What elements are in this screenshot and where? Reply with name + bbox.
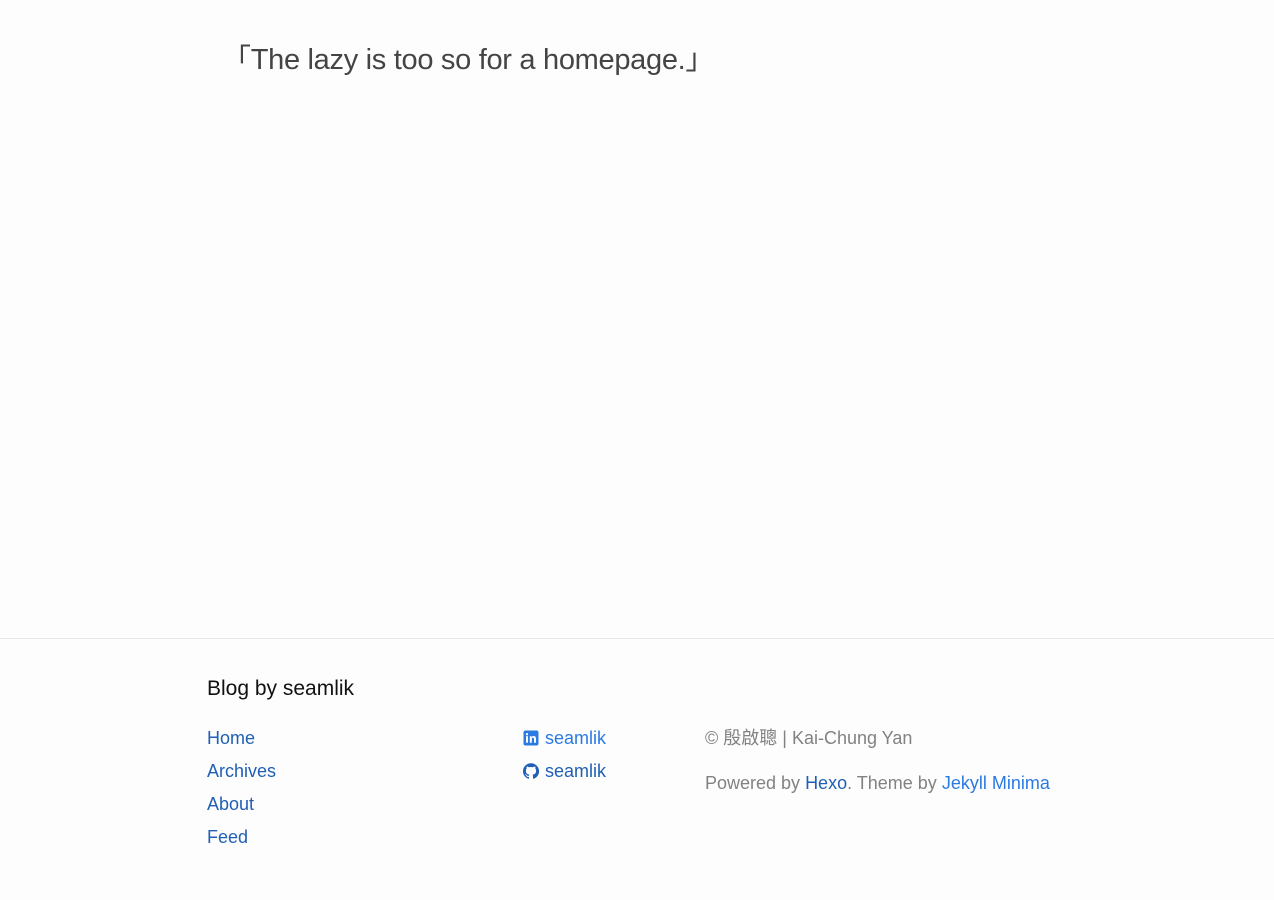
footer-heading: Blog by seamlik: [207, 677, 355, 700]
github-label: seamlik: [545, 761, 607, 781]
footer-link-feed[interactable]: Feed: [207, 827, 248, 847]
linkedin-link[interactable]: seamlik: [523, 728, 606, 748]
footer-nav: Home Archives About Feed: [207, 725, 276, 857]
linkedin-label: seamlik: [545, 728, 607, 748]
powered-by-line: Powered by Hexo. Theme by Jekyll Minima: [705, 770, 1050, 796]
linkedin-icon: [523, 730, 539, 746]
jekyll-minima-link[interactable]: Jekyll Minima: [942, 773, 1050, 793]
social-item-github: seamlik: [523, 758, 606, 791]
social-item-linkedin: seamlik: [523, 725, 606, 758]
footer-link-home[interactable]: Home: [207, 728, 255, 748]
copyright-line: © 殷啟聰 | Kai-Chung Yan: [705, 728, 913, 748]
footer-link-archives[interactable]: Archives: [207, 761, 276, 781]
footer-info: © 殷啟聰 | Kai-Chung Yan Powered by Hexo. T…: [705, 725, 1050, 796]
powered-by-text: Powered by: [705, 773, 806, 793]
footer-nav-item-about: About: [207, 791, 276, 824]
site-footer: Blog by seamlik Home Archives About Feed: [0, 638, 1274, 900]
footer-nav-item-archives: Archives: [207, 758, 276, 791]
github-link[interactable]: seamlik: [523, 761, 606, 781]
footer-link-about[interactable]: About: [207, 794, 254, 814]
footer-nav-item-feed: Feed: [207, 824, 276, 857]
page-tagline: 「The lazy is too so for a homepage.」: [222, 44, 715, 76]
main-content: 「The lazy is too so for a homepage.」: [0, 0, 1274, 638]
footer-social: seamlik seamlik: [523, 725, 606, 791]
hexo-link[interactable]: Hexo: [805, 773, 847, 793]
theme-by-text: . Theme by: [847, 773, 942, 793]
github-icon: [523, 763, 539, 779]
footer-nav-item-home: Home: [207, 725, 276, 758]
